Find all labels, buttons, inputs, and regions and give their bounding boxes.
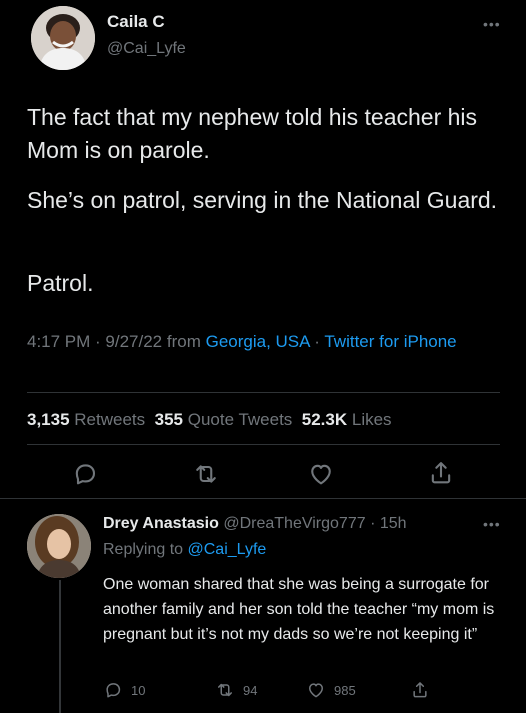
meta-separator: · <box>309 332 325 351</box>
quote-label: Quote Tweets <box>187 410 293 429</box>
tweet-stats: 3,135 Retweets 355 Quote Tweets 52.3K Li… <box>27 410 392 430</box>
author-name[interactable]: Caila C <box>107 12 165 32</box>
like-count: 985 <box>334 682 356 698</box>
likes-label: Likes <box>351 410 392 429</box>
reply-count: 10 <box>131 682 146 698</box>
tweet-client-link[interactable]: Twitter for iPhone <box>324 332 456 351</box>
author-handle[interactable]: @Cai_Lyfe <box>107 40 186 58</box>
quote-tweets-stat[interactable]: 355 Quote Tweets <box>155 410 293 429</box>
share-icon <box>413 682 427 698</box>
reply-reply-button[interactable]: 10 <box>103 680 145 700</box>
more-icon[interactable]: ••• <box>483 16 501 32</box>
replying-prefix: Replying to <box>103 541 188 558</box>
likes-stat[interactable]: 52.3K Likes <box>302 410 392 429</box>
retweets-label: Retweets <box>74 410 146 429</box>
reply-header: Drey Anastasio @DreaTheVirgo777 · 15h <box>103 515 407 533</box>
reply-time[interactable]: · 15h <box>370 515 406 532</box>
tweet-paragraph: She’s on patrol, serving in the National… <box>27 187 498 213</box>
more-icon[interactable]: ••• <box>483 516 501 532</box>
reply-retweet-button[interactable]: 94 <box>215 680 257 700</box>
reply-author-handle[interactable]: @DreaTheVirgo777 <box>223 515 365 532</box>
reply-author-name[interactable]: Drey Anastasio <box>103 515 219 532</box>
divider <box>27 444 500 445</box>
retweet-icon[interactable] <box>192 460 220 488</box>
likes-count: 52.3K <box>301 410 348 429</box>
tweet-location-link[interactable]: Georgia, USA <box>206 332 310 351</box>
retweets-stat[interactable]: 3,135 Retweets <box>27 410 145 429</box>
retweet-count: 94 <box>243 682 258 698</box>
thread-line <box>59 580 61 713</box>
share-icon[interactable] <box>427 459 455 487</box>
divider <box>27 392 500 393</box>
tweet-paragraph: The fact that my nephew told his teacher… <box>27 104 478 163</box>
reply-text: One woman shared that she was being a su… <box>103 576 495 643</box>
reply-like-button[interactable]: 985 <box>306 680 356 700</box>
like-icon <box>309 683 323 698</box>
tweet-paragraph: Patrol. <box>27 270 94 296</box>
reply-icon <box>106 683 121 698</box>
tweet-timestamp[interactable]: 4:17 PM · 9/27/22 from <box>27 332 206 351</box>
tweet-meta: 4:17 PM · 9/27/22 from Georgia, USA · Tw… <box>27 329 507 355</box>
quote-count: 355 <box>154 410 183 429</box>
retweets-count: 3,135 <box>27 410 70 429</box>
divider <box>0 498 526 499</box>
author-avatar[interactable] <box>31 6 95 70</box>
reply-icon[interactable] <box>71 460 99 488</box>
replying-to-handle[interactable]: @Cai_Lyfe <box>188 541 267 558</box>
reply-share-button[interactable] <box>410 680 430 700</box>
reply-author-avatar[interactable] <box>27 514 91 578</box>
replying-to: Replying to @Cai_Lyfe <box>103 541 266 559</box>
like-icon[interactable] <box>307 460 335 488</box>
retweet-icon <box>218 683 232 697</box>
